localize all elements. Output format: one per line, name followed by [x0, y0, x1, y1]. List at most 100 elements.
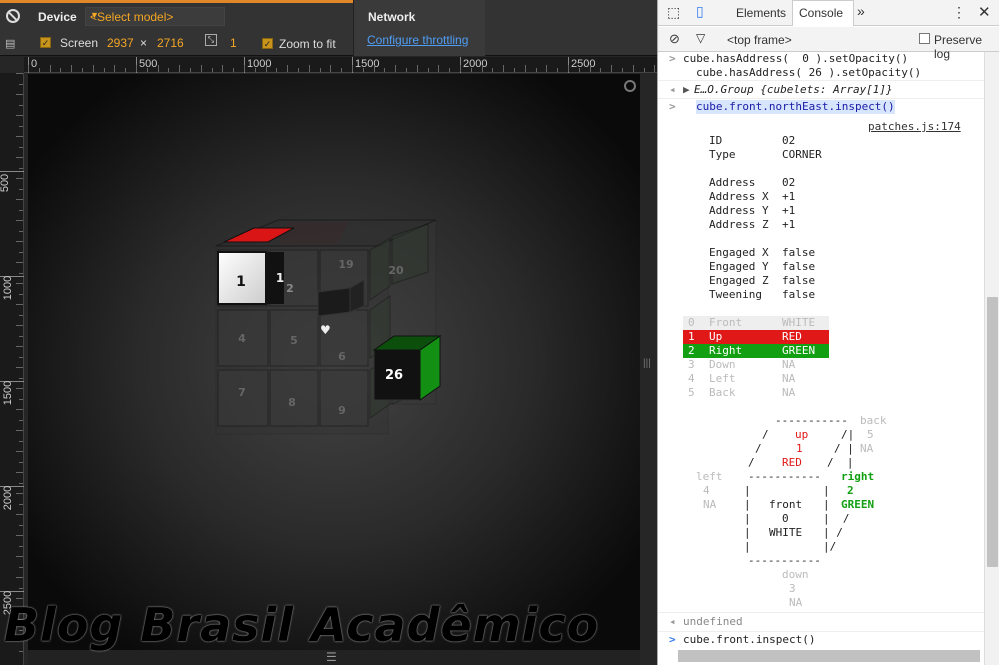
media-query-icon[interactable]: ▤ [5, 38, 15, 49]
face-index: 5 [688, 386, 695, 399]
cube-label-9: 6 [338, 350, 346, 363]
resize-handle-right[interactable]: ||| [643, 358, 651, 369]
cube-label-6: 26 [385, 368, 403, 383]
screen-checkbox[interactable]: ✓ [40, 37, 51, 48]
more-tabs-icon[interactable]: » [857, 3, 865, 19]
ascii-art: /| [841, 428, 855, 441]
ruler-minor-tick [19, 335, 23, 337]
ascii-back-na: NA [860, 442, 874, 455]
ruler-minor-tick [233, 68, 235, 72]
ruler-minor-tick [146, 68, 148, 72]
ruler-minor-tick [373, 65, 375, 72]
ruler-minor-tick [254, 68, 256, 72]
ruler-minor-tick [16, 304, 23, 305]
ruler-minor-tick [16, 514, 23, 515]
ascii-art: | / [823, 526, 843, 539]
ruler-minor-tick [16, 409, 23, 410]
ruler-minor-tick [298, 68, 299, 72]
console-prompt-icon: > [669, 100, 676, 113]
device-mode-icon[interactable]: ▯ [696, 3, 704, 20]
prop-value: false [782, 260, 816, 273]
ruler-minor-tick [524, 65, 526, 72]
horizontal-scrollbar[interactable] [678, 650, 980, 662]
ruler-minor-tick [632, 65, 634, 72]
ruler-minor-tick [578, 68, 580, 72]
face-color: NA [782, 358, 796, 371]
ruler-minor-tick [157, 65, 159, 72]
ascii-back-num: 5 [867, 428, 874, 441]
ruler-minor-tick [60, 68, 62, 72]
inspect-element-icon[interactable]: ⬚ [667, 4, 680, 21]
tab-elements[interactable]: Elements [736, 6, 786, 20]
configure-throttling-link[interactable]: Configure throttling [367, 33, 468, 47]
ruler-minor-tick [136, 65, 137, 72]
ruler-label: 1000 [247, 58, 272, 70]
expand-arrow-icon[interactable]: ▶ [683, 83, 690, 97]
prop-key: Tweening [709, 288, 762, 301]
rubiks-cube-render[interactable]: 1 1 2 19 20 26 4 5 6 7 8 9 ♥ [28, 74, 640, 650]
ruler-minor-tick [449, 68, 451, 72]
ascii-art: | [744, 498, 751, 511]
prop-key: Type [709, 148, 736, 161]
preserve-log-checkbox[interactable] [919, 33, 930, 44]
emulated-viewport[interactable]: 1 1 2 19 20 26 4 5 6 7 8 9 ♥ [28, 74, 640, 650]
ascii-art: | [744, 484, 751, 497]
ascii-art: / [762, 428, 769, 441]
ascii-art: | [744, 540, 751, 553]
ascii-front-num: 0 [782, 512, 789, 525]
filter-icon[interactable]: ▽ [696, 31, 705, 45]
close-icon[interactable]: ✕ [978, 3, 991, 21]
face-row-bg [683, 330, 829, 344]
ascii-art: / | [834, 442, 854, 455]
ascii-art: | [823, 484, 830, 497]
scrollbar-thumb[interactable] [987, 297, 998, 567]
console-prompt-input[interactable]: cube.front.inspect() [683, 633, 815, 647]
source-link[interactable]: patches.js:174 [868, 120, 961, 134]
prop-value: +1 [782, 204, 796, 217]
tab-console[interactable]: Console [799, 6, 843, 20]
ruler-minor-tick [16, 136, 23, 137]
horizontal-ruler: 0 500 1000 1500 2000 2500 [24, 57, 667, 73]
ruler-minor-tick [611, 65, 613, 72]
screen-width-input[interactable]: 2937 [107, 36, 134, 50]
kebab-menu-icon[interactable]: ⋮ [952, 4, 966, 21]
model-select[interactable]: <Select model> ▼ [85, 7, 225, 26]
face-color: NA [782, 386, 796, 399]
pixel-ratio-input[interactable]: 1 [230, 36, 237, 50]
cube-label-3: 2 [286, 282, 294, 295]
context-select[interactable]: <top frame> [727, 33, 792, 47]
face-index: 0 [688, 316, 695, 329]
ruler-minor-tick [276, 68, 278, 72]
ruler-label: 500 [0, 173, 12, 193]
prop-value: CORNER [782, 148, 822, 161]
pixel-ratio-icon: ⤡ [205, 34, 217, 46]
prop-key: Engaged X [709, 246, 769, 259]
disable-emulation-icon[interactable] [6, 9, 20, 23]
console-scrollbar[interactable] [984, 52, 999, 665]
clear-console-icon[interactable]: ⊘ [669, 31, 680, 47]
console-prompt-icon: ◂ [669, 83, 676, 96]
ruler-minor-tick [19, 125, 23, 127]
ruler-minor-tick [16, 577, 23, 578]
ascii-front-color: WHITE [769, 526, 803, 539]
console-divider [658, 612, 984, 613]
resize-handle-bottom[interactable]: ☰ [326, 650, 337, 664]
ruler-minor-tick [19, 545, 23, 547]
viewport-gear-icon[interactable] [624, 80, 636, 92]
ruler-minor-tick [19, 587, 23, 589]
network-section: Network Configure throttling [353, 0, 485, 56]
console-object[interactable]: E…O.Group {cubelets: Array[1]} [694, 83, 893, 97]
cube-label-5: 20 [388, 264, 404, 277]
ruler-minor-tick [19, 461, 23, 463]
ruler-minor-tick [222, 65, 224, 72]
zoom-to-fit-checkbox[interactable]: ✓ [262, 38, 273, 49]
console-toolbar: ⊘ ▽ <top frame> Preserve log [658, 27, 999, 61]
ruler-minor-tick [16, 115, 23, 116]
cube-label-11: 8 [288, 396, 296, 409]
console-prompt-icon: > [669, 633, 676, 646]
console-input-selected[interactable]: cube.front.northEast.inspect() [696, 100, 895, 114]
ruler-minor-tick [19, 209, 23, 211]
screen-height-input[interactable]: 2716 [157, 36, 184, 50]
ruler-minor-tick [16, 283, 23, 284]
ruler-minor-tick [16, 325, 23, 326]
